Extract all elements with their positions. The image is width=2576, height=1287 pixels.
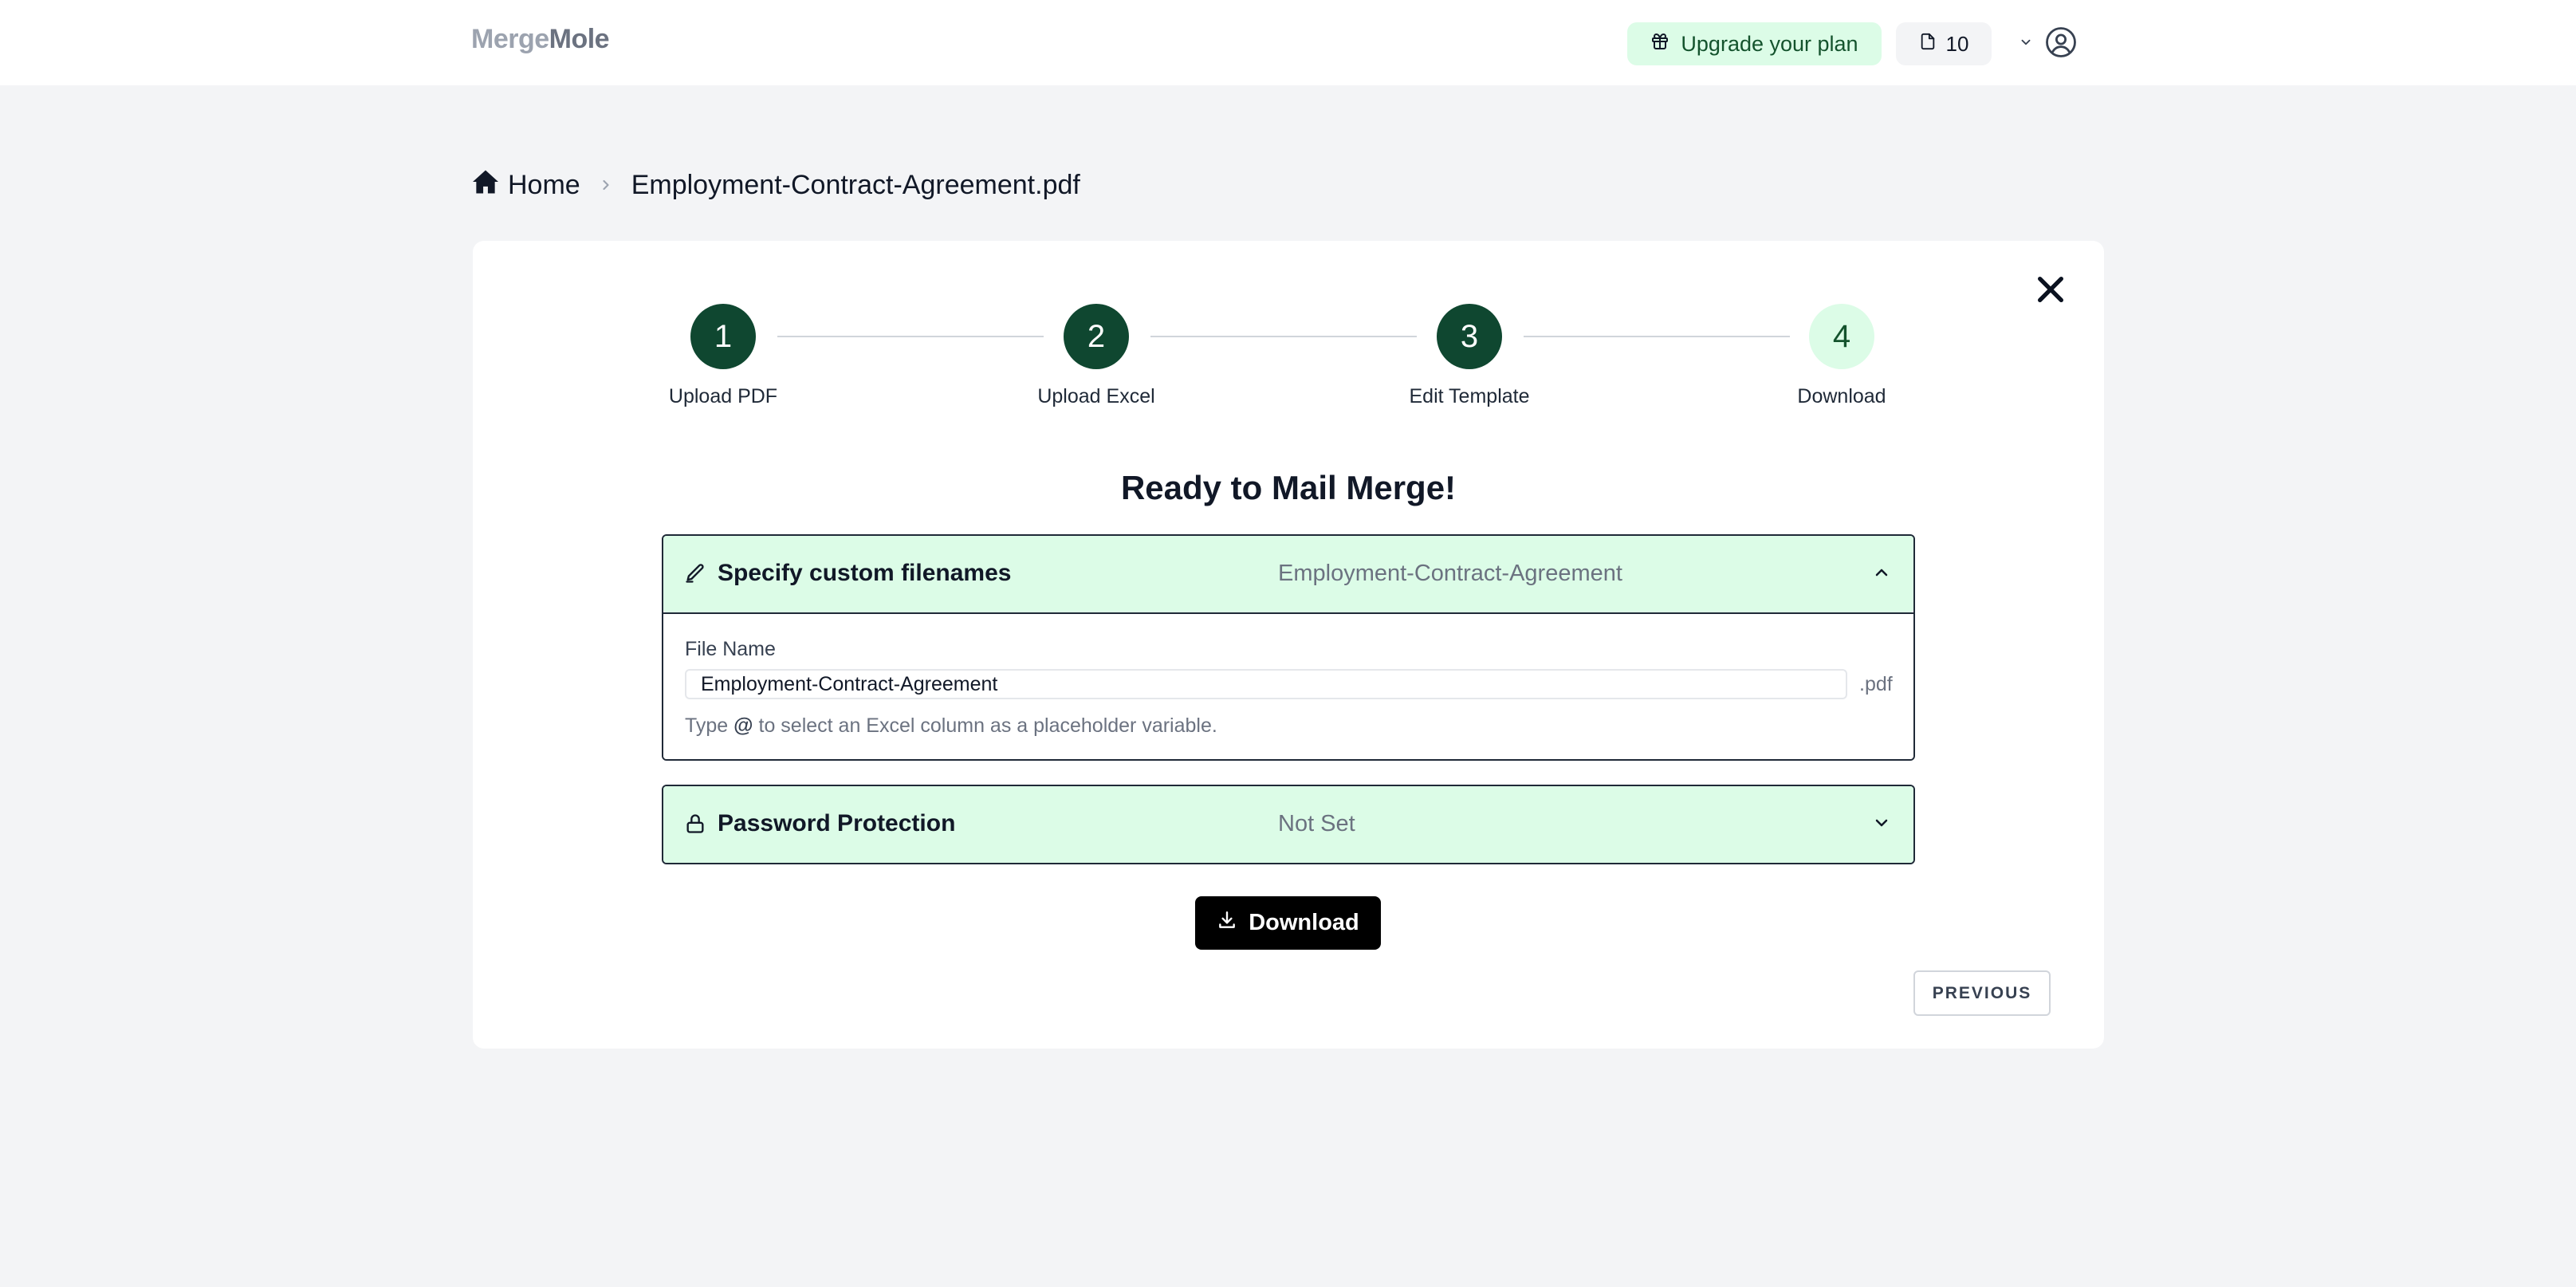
step-upload-excel: 2 Upload Excel xyxy=(1001,304,1192,408)
password-accordion-header[interactable]: Password Protection Not Set xyxy=(663,786,1913,863)
previous-button[interactable]: PREVIOUS xyxy=(1913,970,2051,1016)
hint-prefix: Type xyxy=(685,714,729,737)
lock-icon xyxy=(684,813,706,839)
download-button[interactable]: Download xyxy=(1195,896,1381,950)
close-button[interactable] xyxy=(2032,273,2069,309)
hint-suffix: to select an Excel column as a placehold… xyxy=(758,714,1217,737)
step-number: 1 xyxy=(690,304,756,369)
upgrade-plan-button[interactable]: Upgrade your plan xyxy=(1627,22,1882,65)
step-number: 3 xyxy=(1437,304,1502,369)
breadcrumb: Home Employment-Contract-Agreement.pdf xyxy=(471,167,1080,203)
hint-at-symbol: @ xyxy=(733,714,753,737)
step-label: Edit Template xyxy=(1409,385,1530,407)
password-accordion: Password Protection Not Set xyxy=(662,785,1915,864)
breadcrumb-current: Employment-Contract-Agreement.pdf xyxy=(631,169,1080,200)
app-logo[interactable]: MergeMole xyxy=(471,24,610,55)
credits-count: 10 xyxy=(1945,31,1969,56)
chevron-up-icon xyxy=(1872,563,1891,586)
step-label: Upload PDF xyxy=(668,385,778,407)
logo-part-2: Mole xyxy=(549,24,610,54)
step-edit-template: 3 Edit Template xyxy=(1374,304,1565,408)
logo-part-1: Merge xyxy=(471,24,549,54)
chevron-down-icon xyxy=(2019,35,2033,53)
page-title: Ready to Mail Merge! xyxy=(1120,469,1457,506)
step-upload-pdf: 1 Upload PDF xyxy=(627,304,819,408)
gift-icon xyxy=(1650,32,1669,57)
download-label: Download xyxy=(1249,910,1359,935)
close-icon xyxy=(2035,274,2067,309)
step-number: 2 xyxy=(1064,304,1129,369)
top-bar: MergeMole Upgrade your plan 10 xyxy=(0,0,2576,85)
file-extension: .pdf xyxy=(1859,673,1893,695)
step-label: Upload Excel xyxy=(1037,385,1155,407)
filenames-accordion-header[interactable]: Specify custom filenames Employment-Cont… xyxy=(663,536,1913,612)
placeholder-hint: Type @ to select an Excel column as a pl… xyxy=(685,714,1217,738)
filenames-accordion: Specify custom filenames Employment-Cont… xyxy=(662,534,1915,761)
breadcrumb-home-label: Home xyxy=(508,169,580,200)
upgrade-plan-label: Upgrade your plan xyxy=(1681,31,1858,56)
pencil-icon xyxy=(684,562,706,588)
user-avatar-icon xyxy=(2044,26,2078,63)
download-icon xyxy=(1217,910,1237,937)
password-value: Not Set xyxy=(1278,811,1355,836)
chevron-right-icon xyxy=(598,175,614,195)
password-title: Password Protection xyxy=(718,810,956,836)
filenames-accordion-body: File Name .pdf Type @ to select an Excel… xyxy=(663,612,1913,759)
step-label: Download xyxy=(1797,385,1886,407)
filenames-title: Specify custom filenames xyxy=(718,560,1012,586)
filenames-value: Employment-Contract-Agreement xyxy=(1278,561,1622,586)
chevron-down-icon xyxy=(1872,813,1891,836)
account-menu[interactable] xyxy=(2019,24,2078,64)
credits-badge[interactable]: 10 xyxy=(1896,22,1992,65)
step-number: 4 xyxy=(1809,304,1874,369)
breadcrumb-home[interactable]: Home xyxy=(471,169,580,202)
previous-label: PREVIOUS xyxy=(1932,983,2032,1002)
file-name-label: File Name xyxy=(685,638,776,660)
document-icon xyxy=(1919,32,1937,57)
step-download: 4 Download xyxy=(1746,304,1937,408)
home-icon xyxy=(471,169,500,202)
file-name-input[interactable] xyxy=(685,669,1847,699)
